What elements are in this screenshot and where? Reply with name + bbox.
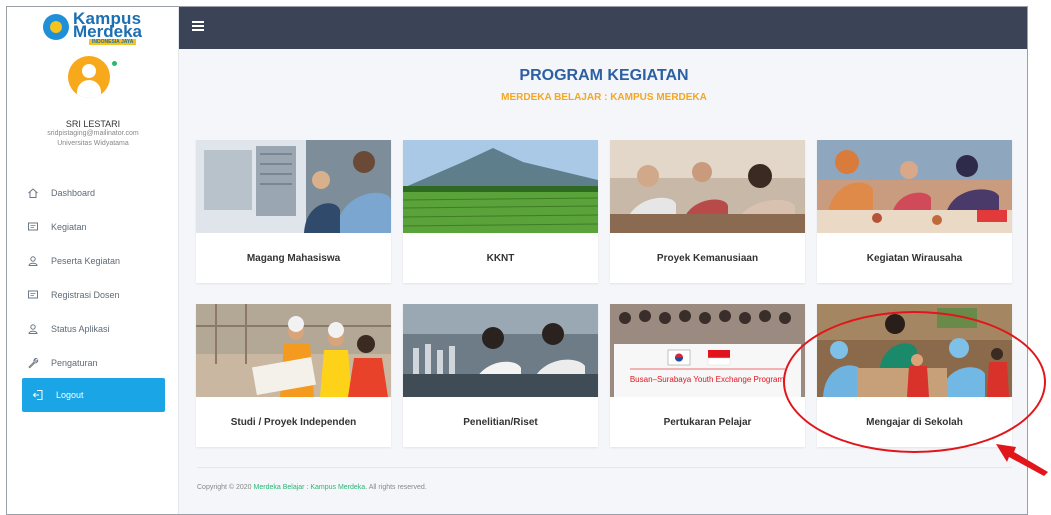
program-card-magang[interactable]: Magang Mahasiswa: [196, 140, 391, 283]
sidebar-item-dashboard[interactable]: Dashboard: [7, 176, 179, 210]
program-card-proyek-kemanusiaan[interactable]: Proyek Kemanusiaan: [610, 140, 805, 283]
program-label: KKNT: [486, 252, 515, 264]
page-title: PROGRAM KEGIATAN: [519, 67, 689, 84]
kampus-merdeka-logo[interactable]: Kampus Merdeka INDONESIA JAYA: [43, 9, 153, 45]
sidebar-item-label: Registrasi Dosen: [51, 290, 120, 300]
sidebar-item-label: Dashboard: [51, 188, 96, 198]
sidebar-item-peserta-kegiatan[interactable]: Peserta Kegiatan: [7, 244, 179, 278]
annotation-arrow-icon: [996, 444, 1048, 476]
avatar[interactable]: [68, 56, 110, 98]
logout-button[interactable]: Logout: [22, 378, 165, 412]
program-image: Busan–Surabaya Youth Exchange Program: [610, 304, 805, 397]
program-label: Magang Mahasiswa: [246, 252, 341, 264]
sidebar: Kampus Merdeka INDONESIA JAYA SRI LESTAR…: [7, 7, 179, 514]
wrench-icon: [27, 357, 39, 369]
banner-text: Busan–Surabaya Youth Exchange Program: [630, 375, 785, 384]
footer: Copyright © 2020 Merdeka Belajar : Kampu…: [197, 484, 427, 491]
online-status-dot: [112, 61, 117, 66]
program-card-kknt[interactable]: KKNT: [403, 140, 598, 283]
footer-prefix: Copyright © 2020: [197, 484, 254, 491]
chat-icon: [27, 221, 39, 233]
program-card-kegiatan-wirausaha[interactable]: Kegiatan Wirausaha: [817, 140, 1012, 283]
sidebar-item-label: Pengaturan: [51, 358, 98, 368]
annotation-highlight-ellipse: [783, 311, 1046, 453]
sidebar-item-label: Peserta Kegiatan: [51, 256, 121, 266]
sidebar-item-registrasi-dosen[interactable]: Registrasi Dosen: [7, 278, 179, 312]
page-subtitle: MERDEKA BELAJAR : KAMPUS MERDEKA: [501, 92, 707, 103]
user-university: Universitas Widyatama: [57, 140, 129, 147]
user-name: SRI LESTARI: [65, 119, 121, 129]
user-icon: [27, 323, 39, 335]
program-image: [610, 140, 805, 233]
program-card-penelitian-riset[interactable]: Penelitian/Riset: [403, 304, 598, 447]
sidebar-item-kegiatan[interactable]: Kegiatan: [7, 210, 179, 244]
program-image: [403, 140, 598, 233]
program-label: Proyek Kemanusiaan: [656, 252, 759, 264]
program-image: [196, 140, 391, 233]
home-icon: [27, 187, 39, 199]
logo-badge-icon: [43, 14, 69, 40]
sidebar-item-status-aplikasi[interactable]: Status Aplikasi: [7, 312, 179, 346]
footer-suffix: . All rights reserved.: [365, 484, 427, 491]
footer-brand-link[interactable]: Merdeka Belajar : Kampus Merdeka: [254, 484, 366, 491]
program-label: Penelitian/Riset: [463, 416, 538, 428]
chat-icon: [27, 289, 39, 301]
program-card-studi-proyek-independen[interactable]: Studi / Proyek Independen: [196, 304, 391, 447]
top-navbar: [179, 7, 1027, 49]
sidebar-item-label: Status Aplikasi: [51, 324, 110, 334]
user-icon: [27, 255, 39, 267]
hamburger-menu-icon[interactable]: [192, 21, 204, 31]
program-image: [817, 140, 1012, 233]
sidebar-nav: Dashboard Kegiatan Peserta Kegiatan Regi…: [7, 176, 179, 380]
logout-icon: [32, 389, 44, 401]
program-image: [403, 304, 598, 397]
logo-tagline: INDONESIA JAYA: [89, 39, 137, 45]
program-card-pertukaran-pelajar[interactable]: Busan–Surabaya Youth Exchange Program Pe…: [610, 304, 805, 447]
footer-divider: [197, 467, 1012, 468]
logout-label: Logout: [56, 390, 84, 400]
program-label: Studi / Proyek Independen: [230, 416, 357, 428]
program-label: Kegiatan Wirausaha: [866, 252, 963, 264]
user-email: sridpistaging@mailinator.com: [47, 130, 139, 137]
program-label: Pertukaran Pelajar: [663, 416, 752, 428]
sidebar-item-pengaturan[interactable]: Pengaturan: [7, 346, 179, 380]
sidebar-item-label: Kegiatan: [51, 222, 87, 232]
program-image: [196, 304, 391, 397]
